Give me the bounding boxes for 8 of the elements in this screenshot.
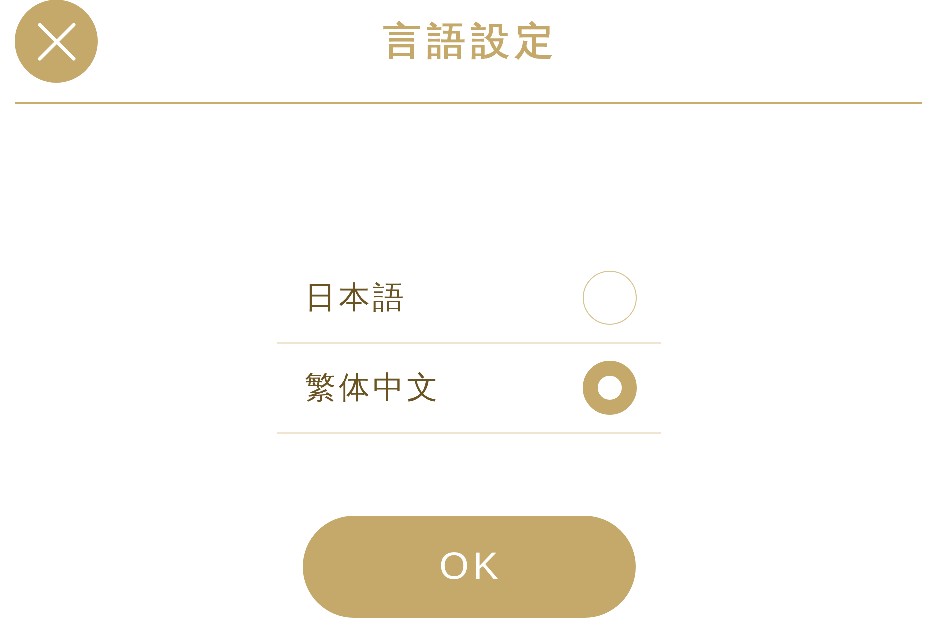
dialog-title: 言語設定 (382, 18, 560, 65)
radio-button[interactable] (583, 361, 637, 415)
language-option[interactable]: 繁体中文 (277, 344, 661, 434)
close-icon (38, 22, 76, 60)
language-label: 日本語 (305, 279, 407, 318)
radio-button[interactable] (583, 271, 637, 325)
language-option[interactable]: 日本語 (277, 254, 661, 344)
language-label: 繁体中文 (305, 369, 441, 408)
